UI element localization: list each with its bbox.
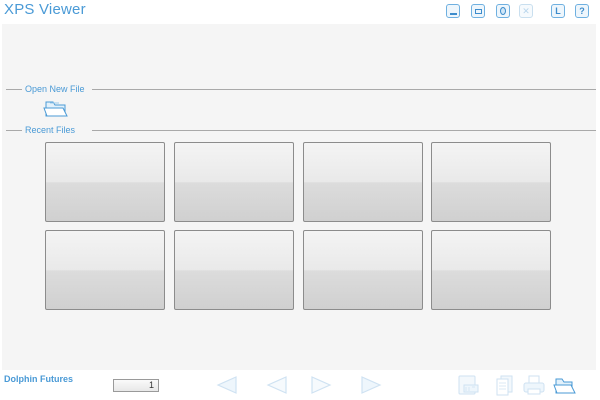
close-icon: ✕ bbox=[522, 5, 530, 16]
restore-icon bbox=[500, 7, 506, 15]
company-name: Dolphin Futures bbox=[4, 374, 73, 384]
lock-button[interactable]: L bbox=[551, 4, 565, 18]
recent-files-header: Recent Files bbox=[2, 125, 596, 135]
page-number-field[interactable]: 1 bbox=[113, 379, 159, 392]
document-pages-icon[interactable] bbox=[493, 373, 517, 397]
next-page-icon[interactable] bbox=[308, 375, 336, 395]
section-divider bbox=[92, 130, 596, 131]
help-button-label: ? bbox=[579, 6, 585, 16]
title-bar: XPS Viewer ✕ L ? bbox=[0, 0, 600, 24]
maximize-button[interactable] bbox=[471, 4, 485, 18]
print-icon[interactable] bbox=[522, 373, 546, 397]
recent-file-tile[interactable] bbox=[431, 142, 551, 222]
section-divider bbox=[6, 89, 22, 90]
open-new-file-label: Open New File bbox=[25, 84, 88, 94]
restore-button[interactable] bbox=[496, 4, 510, 18]
close-button[interactable]: ✕ bbox=[519, 4, 533, 18]
section-divider bbox=[6, 130, 22, 131]
recent-file-tile[interactable] bbox=[431, 230, 551, 310]
minimize-button[interactable] bbox=[446, 4, 460, 18]
recent-file-tile[interactable] bbox=[174, 230, 294, 310]
recent-files-label: Recent Files bbox=[25, 125, 76, 135]
recent-file-tile[interactable] bbox=[45, 230, 165, 310]
open-new-file-header: Open New File bbox=[2, 84, 596, 94]
recent-file-tile[interactable] bbox=[45, 142, 165, 222]
recent-file-tile[interactable] bbox=[303, 142, 423, 222]
recent-file-tile[interactable] bbox=[303, 230, 423, 310]
lock-button-label: L bbox=[555, 6, 561, 16]
app-title: XPS Viewer bbox=[4, 1, 86, 18]
previous-page-icon[interactable] bbox=[262, 375, 290, 395]
maximize-icon bbox=[474, 8, 482, 14]
first-page-icon[interactable] bbox=[214, 375, 242, 395]
recent-file-tile[interactable] bbox=[174, 142, 294, 222]
help-button[interactable]: ? bbox=[575, 4, 589, 18]
section-divider bbox=[92, 89, 596, 90]
open-folder-icon[interactable] bbox=[42, 97, 70, 119]
main-panel: Open New File Recent Files bbox=[2, 24, 596, 370]
last-page-icon[interactable] bbox=[356, 375, 384, 395]
status-bar: Dolphin Futures 1 bbox=[0, 370, 600, 400]
pdf-export-icon[interactable] bbox=[456, 373, 480, 397]
minimize-icon bbox=[449, 12, 457, 15]
open-folder-icon[interactable] bbox=[553, 373, 577, 397]
